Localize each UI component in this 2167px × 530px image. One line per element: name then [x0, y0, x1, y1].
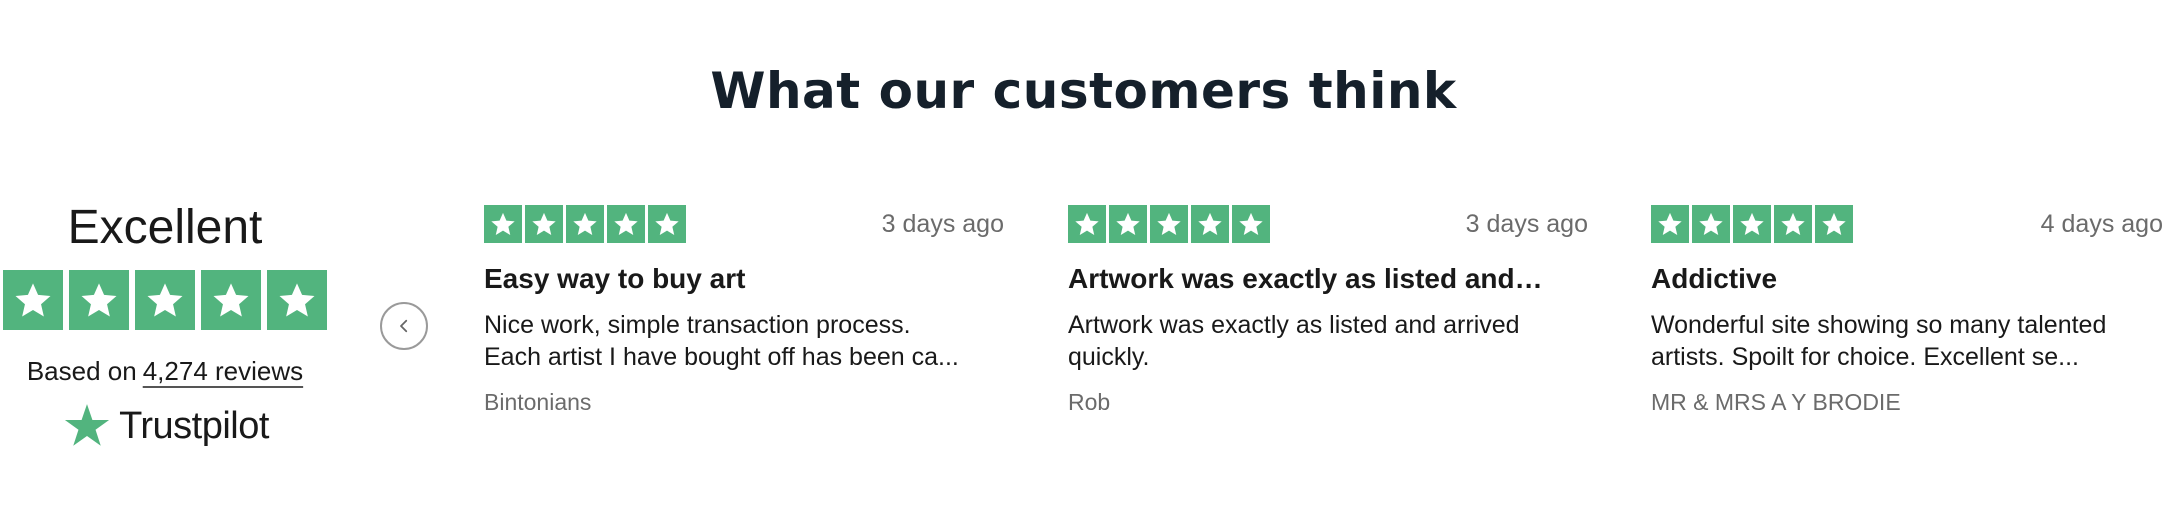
- star-icon: [1109, 205, 1147, 243]
- review-body-line: artists. Spoilt for choice. Excellent se…: [1651, 343, 2079, 371]
- chevron-left-icon: [400, 319, 408, 333]
- star-icon: [648, 205, 686, 243]
- star-icon: [3, 270, 63, 330]
- star-icon: [1692, 205, 1730, 243]
- review-body-line: quickly.: [1068, 343, 1150, 371]
- review-count-link[interactable]: 4,274 reviews: [143, 356, 303, 386]
- based-on-label: Based on: [26, 356, 137, 386]
- review-body: Wonderful site showing so many talented …: [1651, 309, 2163, 373]
- star-icon: [201, 270, 261, 330]
- review-title: Easy way to buy art: [484, 263, 746, 294]
- review-body: Artwork was exactly as listed and arrive…: [1068, 309, 1588, 373]
- review-author: Rob: [1068, 389, 1111, 415]
- star-icon: [1774, 205, 1812, 243]
- star-icon: [1733, 205, 1771, 243]
- star-icon: [484, 205, 522, 243]
- review-date: 4 days ago: [2040, 209, 2163, 238]
- based-on-text: Based on 4,274 reviews: [0, 356, 330, 387]
- star-icon: [267, 270, 327, 330]
- review-card[interactable]: 3 days ago Artwork was exactly as listed…: [1068, 205, 1588, 416]
- review-card[interactable]: 4 days ago Addictive Wonderful site show…: [1651, 205, 2163, 416]
- star-icon: [1150, 205, 1188, 243]
- star-icon: [69, 270, 129, 330]
- star-icon: [607, 205, 645, 243]
- trustpilot-star-icon: [64, 404, 110, 446]
- star-icon: [525, 205, 563, 243]
- review-body-line: Wonderful site showing so many talented: [1651, 311, 2107, 339]
- star-icon: [1815, 205, 1853, 243]
- review-author: Bintonians: [484, 389, 592, 415]
- review-title: Addictive: [1651, 263, 1778, 294]
- rating-word: Excellent: [67, 201, 263, 254]
- star-icon: [1191, 205, 1229, 243]
- review-author: MR & MRS A Y BRODIE: [1651, 389, 1901, 415]
- trustpilot-summary: Excellent Based on 4,274 reviews Trustpil…: [0, 200, 330, 451]
- review-stars: [484, 205, 686, 243]
- star-icon: [135, 270, 195, 330]
- star-icon: [1651, 205, 1689, 243]
- summary-stars: [0, 270, 330, 330]
- review-date: 3 days ago: [1465, 209, 1588, 238]
- review-body-line: Each artist I have bought off has been c…: [484, 343, 959, 371]
- carousel-prev-button[interactable]: [380, 302, 428, 350]
- star-icon: [566, 205, 604, 243]
- review-body-line: Artwork was exactly as listed and arrive…: [1068, 311, 1520, 339]
- trustpilot-logo[interactable]: Trustpilot: [0, 401, 330, 451]
- star-icon: [1068, 205, 1106, 243]
- review-stars: [1068, 205, 1270, 243]
- review-body-line: Nice work, simple transaction process.: [484, 311, 911, 339]
- trustpilot-wordmark: Trustpilot: [119, 404, 269, 447]
- review-title: Artwork was exactly as listed and…: [1068, 263, 1543, 294]
- review-card[interactable]: 3 days ago Easy way to buy art Nice work…: [484, 205, 1004, 416]
- review-date: 3 days ago: [881, 209, 1004, 238]
- review-body: Nice work, simple transaction process. E…: [484, 309, 1004, 373]
- section-heading: What our customers think: [710, 62, 1457, 120]
- star-icon: [1232, 205, 1270, 243]
- review-stars: [1651, 205, 1853, 243]
